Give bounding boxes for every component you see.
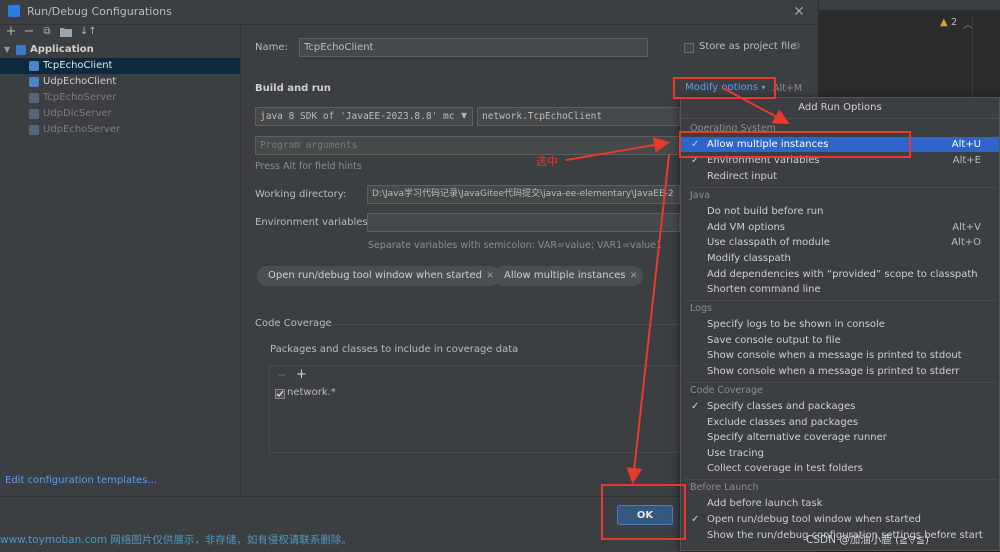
arrow-to-allow-multiple <box>565 137 670 161</box>
arrow-to-ok <box>626 154 670 484</box>
watermark-text: www.toymoban.com 网络图片仅供展示，非存储，如有侵权请联系删除。 <box>0 534 352 546</box>
watermark-author: CSDN @加油小鹿 (≧▽≦) <box>806 534 929 546</box>
annotation-arrows <box>565 87 790 484</box>
arrow-to-popup <box>722 87 790 124</box>
